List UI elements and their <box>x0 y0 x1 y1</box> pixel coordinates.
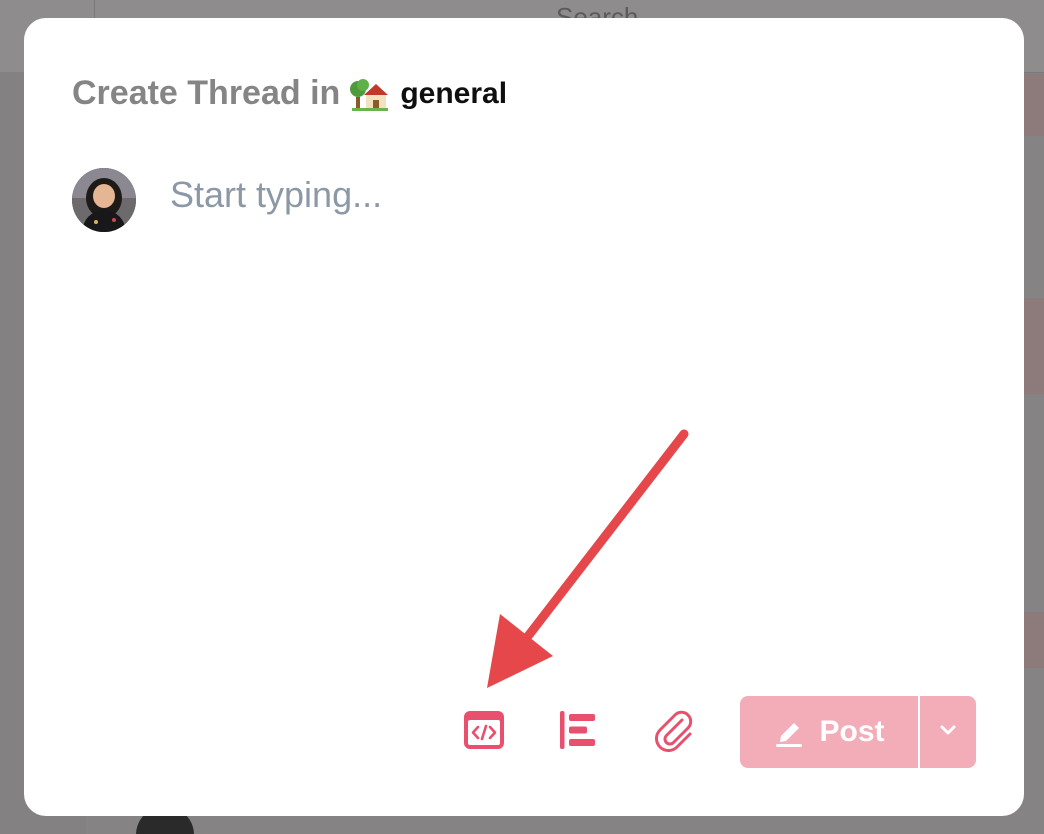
create-thread-modal: Create Thread in general Start typing...… <box>24 18 1024 816</box>
house-with-garden-icon <box>350 75 389 113</box>
chevron-down-icon <box>939 723 957 741</box>
pencil-icon <box>773 716 805 748</box>
background-item <box>1024 74 1044 136</box>
thread-composer-input[interactable] <box>170 174 970 674</box>
modal-title: Create Thread in general <box>72 74 507 113</box>
background-item <box>1024 298 1044 394</box>
background-item <box>1024 612 1044 668</box>
post-button[interactable]: Post <box>740 696 918 768</box>
user-avatar <box>72 168 136 232</box>
modal-title-prefix: Create Thread in <box>72 74 341 112</box>
code-block-button[interactable] <box>460 708 508 756</box>
post-button-label: Post <box>819 715 885 748</box>
channel-name[interactable]: general <box>400 77 507 111</box>
outline-button[interactable] <box>554 708 602 756</box>
attach-file-button[interactable] <box>650 708 698 756</box>
post-options-button[interactable] <box>920 696 976 768</box>
code-block-icon <box>463 710 505 755</box>
paperclip-icon <box>652 708 696 757</box>
text-align-left-icon <box>557 709 599 756</box>
